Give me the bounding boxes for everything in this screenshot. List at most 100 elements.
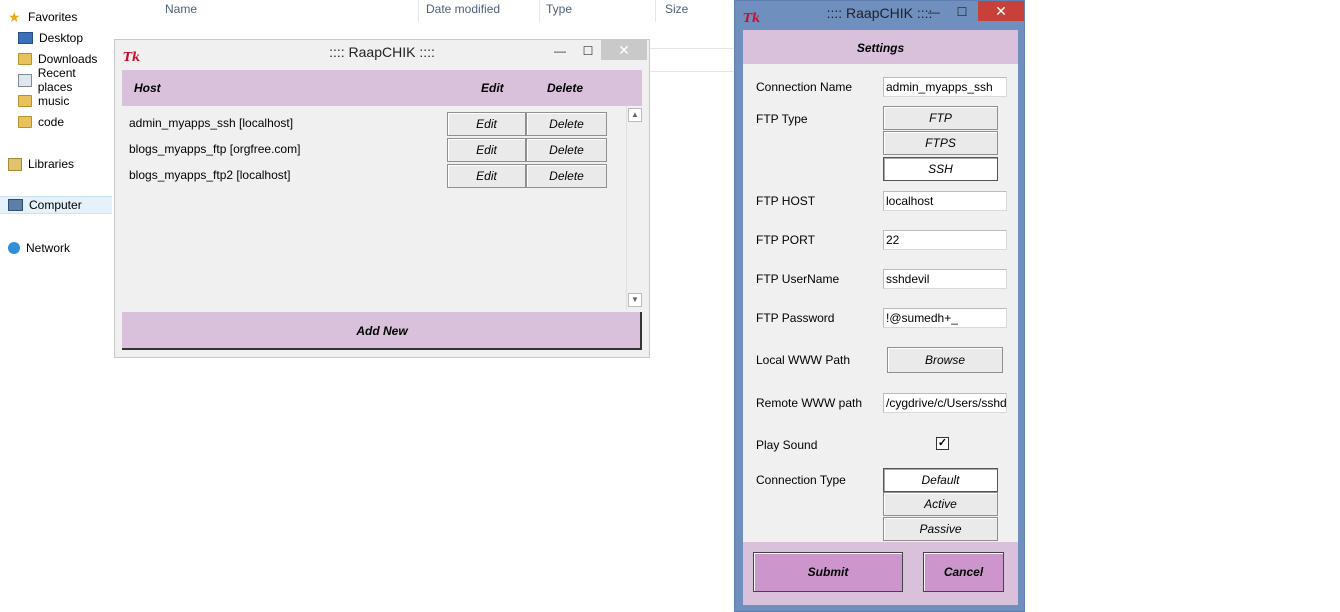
host-name: blogs_myapps_ftp2 [localhost] — [129, 168, 291, 182]
window-title: :::: RaapCHIK :::: — [826, 5, 933, 21]
edit-button[interactable]: Edit — [447, 112, 526, 136]
check-icon: ✓ — [937, 437, 948, 449]
downloads-folder-icon — [18, 53, 32, 65]
settings-body: Settings Connection Name admin_myapps_ss… — [743, 30, 1018, 605]
ftp-port-label: FTP PORT — [756, 233, 815, 247]
vertical-scrollbar[interactable]: ▲ ▼ — [626, 106, 643, 310]
ftp-host-label: FTP HOST — [756, 194, 816, 208]
host-list: admin_myapps_ssh [localhost] Edit Delete… — [122, 106, 626, 310]
star-icon: ★ — [8, 9, 21, 25]
ftp-username-input[interactable]: sshdevil — [883, 269, 1007, 289]
nav-label: Desktop — [39, 31, 84, 45]
ftp-type-ssh-radio[interactable]: SSH — [883, 157, 998, 181]
explorer-file-row-highlight — [650, 48, 735, 72]
folder-icon — [18, 116, 32, 128]
desktop-icon — [18, 32, 33, 44]
nav-label: Favorites — [28, 10, 78, 24]
network-icon — [8, 242, 20, 254]
connection-name-input[interactable]: admin_myapps_ssh — [883, 77, 1007, 97]
host-list-window: Tk :::: RaapCHIK :::: — ☐ ✕ Host Edit De… — [114, 39, 650, 358]
nav-recent-places[interactable]: Recent places — [18, 66, 112, 94]
nav-music[interactable]: music — [18, 92, 69, 110]
column-type[interactable]: Type — [546, 2, 572, 16]
connection-type-default-radio[interactable]: Default — [883, 468, 998, 492]
nav-label: Downloads — [38, 52, 98, 66]
add-new-label: Add New — [356, 324, 408, 338]
minimize-icon[interactable]: — — [921, 3, 947, 21]
nav-code[interactable]: code — [18, 113, 64, 131]
close-icon[interactable]: ✕ — [978, 1, 1024, 21]
scroll-down-arrow-icon[interactable]: ▼ — [628, 293, 642, 307]
ftp-type-ftp-radio[interactable]: FTP — [883, 106, 998, 130]
column-size[interactable]: Size — [665, 2, 688, 16]
host-name: admin_myapps_ssh [localhost] — [129, 116, 294, 130]
nav-network[interactable]: Network — [8, 239, 70, 257]
ftp-password-input[interactable]: !@sumedh+_ — [883, 308, 1007, 328]
settings-heading: Settings — [856, 41, 905, 55]
settings-footer-bar: Submit Cancel — [743, 542, 1018, 605]
delete-button[interactable]: Delete — [526, 138, 607, 162]
delete-button[interactable]: Delete — [526, 164, 607, 188]
host-window-titlebar[interactable]: Tk :::: RaapCHIK :::: — ☐ ✕ — [115, 40, 649, 68]
nav-label: music — [38, 94, 70, 108]
edit-button[interactable]: Edit — [447, 164, 526, 188]
delete-column-header: Delete — [547, 81, 584, 95]
nav-label: code — [38, 115, 65, 129]
host-table-header: Host Edit Delete — [122, 70, 642, 106]
ftp-username-label: FTP UserName — [756, 272, 840, 286]
tk-logo-icon: Tk — [123, 50, 141, 64]
ftp-host-input[interactable]: localhost — [883, 191, 1007, 211]
connection-type-passive-radio[interactable]: Passive — [883, 517, 998, 541]
folder-icon — [18, 95, 32, 107]
nav-label: Recent places — [37, 66, 76, 94]
ftp-type-label: FTP Type — [756, 112, 808, 126]
nav-libraries[interactable]: Libraries — [8, 155, 74, 173]
edit-column-header: Edit — [481, 81, 504, 95]
remote-www-path-input[interactable]: /cygdrive/c/Users/sshdevil — [883, 393, 1007, 413]
host-name: blogs_myapps_ftp [orgfree.com] — [129, 142, 301, 156]
ftp-type-ftps-radio[interactable]: FTPS — [883, 131, 998, 155]
nav-favorites[interactable]: ★ Favorites — [8, 8, 77, 26]
explorer-column-headers: Name Date modified Type Size — [150, 0, 735, 22]
table-row: blogs_myapps_ftp2 [localhost] Edit Delet… — [122, 162, 626, 188]
local-www-path-label: Local WWW Path — [756, 353, 851, 367]
close-icon[interactable]: ✕ — [601, 40, 647, 60]
column-date-modified[interactable]: Date modified — [426, 2, 500, 16]
cancel-button[interactable]: Cancel — [923, 552, 1004, 592]
window-title: :::: RaapCHIK :::: — [329, 44, 435, 60]
host-column-header: Host — [134, 81, 161, 95]
libraries-icon — [8, 157, 22, 171]
column-name[interactable]: Name — [165, 2, 197, 16]
minimize-icon[interactable]: — — [547, 42, 573, 60]
settings-window-titlebar[interactable]: Tk :::: RaapCHIK :::: — ☐ ✕ — [735, 1, 1024, 29]
edit-button[interactable]: Edit — [447, 138, 526, 162]
ftp-port-input[interactable]: 22 — [883, 230, 1007, 250]
connection-type-label: Connection Type — [756, 473, 846, 487]
settings-heading-bar: Settings — [743, 30, 1018, 64]
nav-label: Computer — [29, 198, 82, 212]
nav-desktop[interactable]: Desktop — [18, 29, 83, 47]
column-separator — [655, 0, 656, 22]
nav-label: Libraries — [28, 157, 75, 171]
nav-computer[interactable]: Computer — [0, 196, 112, 214]
delete-button[interactable]: Delete — [526, 112, 607, 136]
maximize-icon[interactable]: ☐ — [949, 3, 975, 21]
nav-label: Network — [26, 241, 71, 255]
maximize-icon[interactable]: ☐ — [575, 42, 601, 60]
play-sound-checkbox[interactable]: ✓ — [936, 437, 949, 450]
tk-logo-icon: Tk — [743, 11, 761, 25]
browse-button[interactable]: Browse — [887, 347, 1003, 373]
table-row: admin_myapps_ssh [localhost] Edit Delete — [122, 110, 626, 136]
submit-button[interactable]: Submit — [753, 552, 903, 592]
recent-places-icon — [18, 73, 32, 87]
add-new-button[interactable]: Add New — [122, 312, 642, 350]
explorer-nav-pane: ★ Favorites Desktop Downloads Recent pla… — [0, 0, 112, 612]
column-separator — [539, 0, 540, 22]
connection-type-active-radio[interactable]: Active — [883, 492, 998, 516]
ftp-password-label: FTP Password — [756, 311, 835, 325]
scroll-up-arrow-icon[interactable]: ▲ — [628, 108, 642, 122]
column-separator — [418, 0, 419, 22]
remote-www-path-label: Remote WWW path — [756, 396, 863, 410]
play-sound-label: Play Sound — [756, 438, 818, 452]
connection-name-label: Connection Name — [756, 80, 853, 94]
